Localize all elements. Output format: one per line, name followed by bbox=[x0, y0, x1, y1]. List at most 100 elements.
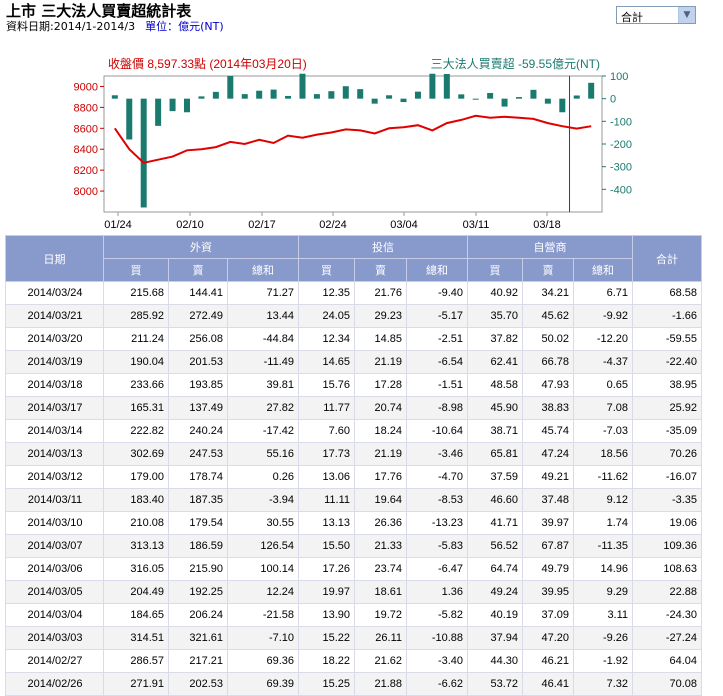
sub-header: 總和 bbox=[226, 258, 300, 282]
row-value: 206.24 bbox=[168, 603, 228, 627]
row-value: -9.26 bbox=[573, 626, 634, 650]
row-value: 186.59 bbox=[168, 534, 228, 558]
x-tick-label: 03/18 bbox=[533, 219, 561, 231]
net-bar bbox=[573, 95, 580, 99]
row-date: 2014/02/26 bbox=[5, 672, 104, 696]
row-value: 285.92 bbox=[103, 304, 169, 328]
row-date: 2014/03/12 bbox=[5, 465, 104, 489]
row-value: 21.19 bbox=[354, 350, 408, 374]
net-bar bbox=[299, 73, 306, 99]
row-date: 2014/03/21 bbox=[5, 304, 104, 328]
row-date: 2014/03/13 bbox=[5, 442, 104, 466]
row-value: 15.50 bbox=[298, 534, 356, 558]
row-value: 316.05 bbox=[103, 557, 169, 581]
row-value: 19.64 bbox=[354, 488, 408, 512]
row-date: 2014/03/20 bbox=[5, 327, 104, 351]
right-chart-title: 三大法人買賣超 -59.55億元(NT) bbox=[431, 56, 600, 71]
row-value: 137.49 bbox=[168, 396, 228, 420]
net-bar bbox=[241, 94, 248, 99]
row-value: 23.74 bbox=[354, 557, 408, 581]
row-value: 49.21 bbox=[522, 465, 575, 489]
row-value: -5.17 bbox=[406, 304, 469, 328]
x-tick-label: 01/24 bbox=[104, 219, 132, 231]
row-value: 47.93 bbox=[522, 373, 575, 397]
left-chart-title: 收盤價 8,597.33點 (2014年03月20日) bbox=[108, 57, 307, 71]
left-tick-label: 9000 bbox=[74, 81, 98, 93]
row-value: 65.81 bbox=[467, 442, 524, 466]
row-value: 314.51 bbox=[103, 626, 169, 650]
row-value: 14.85 bbox=[354, 327, 408, 351]
row-value: 39.95 bbox=[522, 580, 575, 604]
row-value: -5.83 bbox=[406, 534, 469, 558]
sub-header: 賣 bbox=[168, 258, 228, 282]
row-value: 190.04 bbox=[103, 350, 169, 374]
row-value: 9.12 bbox=[573, 488, 634, 512]
sub-header: 總和 bbox=[573, 258, 634, 282]
table-row: 2014/03/05 204.49 192.25 12.24 19.97 18.61 1.3… bbox=[5, 580, 703, 604]
row-value: 7.32 bbox=[573, 672, 634, 696]
net-bar bbox=[270, 89, 277, 99]
row-value: 215.90 bbox=[168, 557, 228, 581]
row-value: -6.47 bbox=[406, 557, 469, 581]
row-value: -3.35 bbox=[632, 488, 703, 512]
row-value: -12.20 bbox=[573, 327, 634, 351]
row-value: 39.81 bbox=[226, 373, 300, 397]
net-bar bbox=[487, 93, 494, 99]
net-bar bbox=[169, 98, 176, 112]
row-value: 47.20 bbox=[522, 626, 575, 650]
row-value: 12.24 bbox=[226, 580, 300, 604]
right-tick-label: 0 bbox=[610, 94, 616, 106]
row-value: 3.11 bbox=[573, 603, 634, 627]
row-value: 67.87 bbox=[522, 534, 575, 558]
row-value: 30.55 bbox=[226, 511, 300, 535]
row-value: -11.62 bbox=[573, 465, 634, 489]
row-value: 21.88 bbox=[354, 672, 408, 696]
net-bar bbox=[530, 89, 537, 99]
table-row: 2014/03/03 314.51 321.61 -7.10 15.22 26.11 -10… bbox=[5, 626, 703, 650]
row-value: -10.64 bbox=[406, 419, 469, 443]
row-value: 40.92 bbox=[467, 281, 524, 305]
row-value: 21.19 bbox=[354, 442, 408, 466]
right-tick-label: -100 bbox=[610, 116, 632, 128]
table-row: 2014/03/17 165.31 137.49 27.82 11.77 20.74 -8.… bbox=[5, 396, 703, 420]
row-value: 313.13 bbox=[103, 534, 169, 558]
right-tick-label: -300 bbox=[610, 162, 632, 174]
row-value: 64.04 bbox=[632, 649, 703, 673]
net-bar bbox=[212, 91, 219, 99]
sub-header: 賣 bbox=[522, 258, 575, 282]
row-value: 49.79 bbox=[522, 557, 575, 581]
chevron-down-icon[interactable]: ▼ bbox=[678, 7, 695, 23]
row-value: 202.53 bbox=[168, 672, 228, 696]
row-value: 144.41 bbox=[168, 281, 228, 305]
row-value: 18.22 bbox=[298, 649, 356, 673]
net-bar bbox=[559, 98, 566, 113]
row-value: 15.25 bbox=[298, 672, 356, 696]
institutional-trading-table: 日期 外資 投信 自營商 合計 買賣總和買賣總和買賣總和 2014/03/24 2… bbox=[5, 235, 703, 696]
row-value: -27.24 bbox=[632, 626, 703, 650]
net-bar bbox=[155, 98, 162, 126]
row-value: 70.08 bbox=[632, 672, 703, 696]
date-range-label: 資料日期:2014/1-2014/3 單位：億元(NT) bbox=[6, 18, 224, 34]
net-bar bbox=[342, 86, 349, 99]
chart-area: 收盤價 8,597.33點 (2014年03月20日) 三大法人買賣超 -59.… bbox=[0, 52, 723, 234]
table-row: 2014/03/11 183.40 187.35 -3.94 11.11 19.64 -8.… bbox=[5, 488, 703, 512]
row-value: 37.48 bbox=[522, 488, 575, 512]
row-value: 37.82 bbox=[467, 327, 524, 351]
row-value: -3.40 bbox=[406, 649, 469, 673]
row-value: 44.30 bbox=[467, 649, 524, 673]
x-tick-label: 03/11 bbox=[463, 219, 490, 231]
row-value: -7.03 bbox=[573, 419, 634, 443]
row-value: 211.24 bbox=[103, 327, 169, 351]
row-value: 0.26 bbox=[226, 465, 300, 489]
row-value: -16.07 bbox=[632, 465, 703, 489]
net-bar bbox=[443, 73, 450, 99]
row-value: 37.09 bbox=[522, 603, 575, 627]
summary-type-select[interactable]: 合計 ▼ bbox=[616, 6, 696, 24]
row-value: 271.91 bbox=[103, 672, 169, 696]
row-value: 34.21 bbox=[522, 281, 575, 305]
row-value: 69.39 bbox=[226, 672, 300, 696]
row-value: 35.70 bbox=[467, 304, 524, 328]
net-bar bbox=[184, 98, 190, 113]
row-value: 62.41 bbox=[467, 350, 524, 374]
row-value: 14.96 bbox=[573, 557, 634, 581]
